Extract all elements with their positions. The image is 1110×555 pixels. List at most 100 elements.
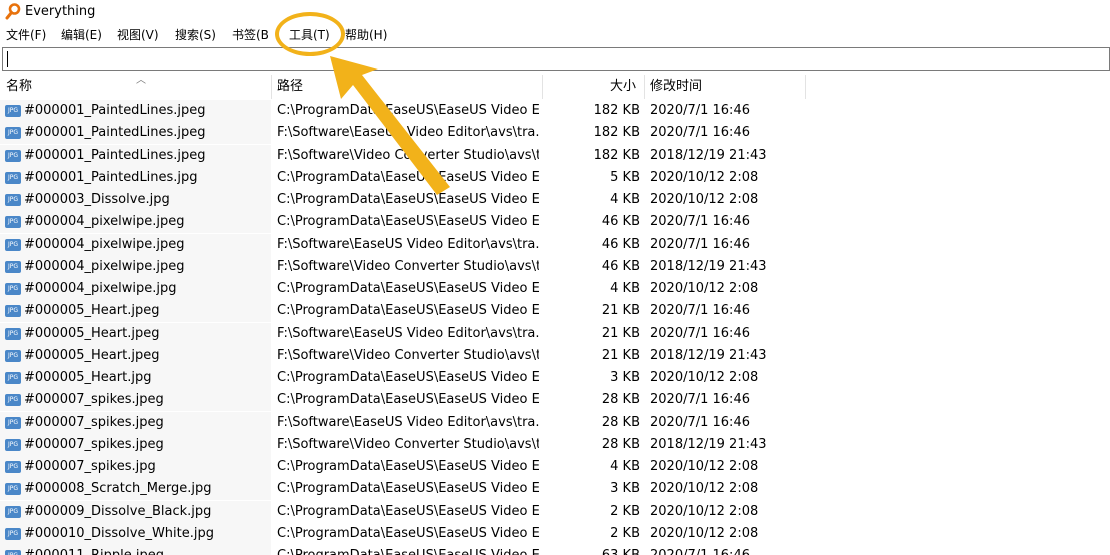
jpg-file-icon: JPG xyxy=(5,194,21,206)
sort-ascending-icon: ︿ xyxy=(136,75,146,86)
file-size: 46 KB xyxy=(601,214,640,230)
column-header-modified[interactable]: 修改时间 xyxy=(650,75,800,99)
file-size: 182 KB xyxy=(593,103,640,118)
jpg-file-icon: JPG xyxy=(5,327,21,340)
jpg-file-icon: JPG xyxy=(5,105,21,117)
file-path: F:\Software\Video Converter Studio\avs\t… xyxy=(277,347,539,363)
table-row[interactable]: JPG #000005_Heart.jpeg C:\ProgramData\Ease… xyxy=(0,300,1110,323)
table-row[interactable]: JPG #000001_PaintedLines.jpeg F:\Software\… xyxy=(0,144,1110,167)
file-size: 4 KB xyxy=(610,192,640,207)
file-name: #000001_PaintedLines.jpeg xyxy=(24,103,206,118)
file-name: #000001_PaintedLines.jpeg xyxy=(24,125,206,141)
file-name: #000008_Scratch_Merge.jpg xyxy=(24,481,212,497)
column-divider[interactable] xyxy=(644,75,645,99)
results-header: 名称 ︿ 路径 大小 修改时间 xyxy=(0,75,1110,99)
menu-help[interactable]: 帮助(H) xyxy=(345,27,387,43)
file-path: C:\ProgramData\EaseUS\EaseUS Video E... xyxy=(277,281,539,296)
file-size: 28 KB xyxy=(601,414,640,430)
file-size: 21 KB xyxy=(601,303,640,319)
table-row[interactable]: JPG #000008_Scratch_Merge.jpg C:\ProgramDa… xyxy=(0,478,1110,501)
table-row[interactable]: JPG #000010_Dissolve_White.jpg C:\ProgramD… xyxy=(0,522,1110,545)
menu-view[interactable]: 视图(V) xyxy=(117,27,159,43)
file-name: #000004_pixelwipe.jpeg xyxy=(24,214,185,230)
file-name: #000007_spikes.jpeg xyxy=(24,436,164,452)
window-title: Everything xyxy=(25,4,96,19)
table-row[interactable]: JPG #000004_pixelwipe.jpg C:\ProgramData\E… xyxy=(0,278,1110,300)
jpg-file-icon: JPG xyxy=(5,416,21,429)
file-modified: 2020/7/1 16:46 xyxy=(650,414,750,430)
jpg-file-icon: JPG xyxy=(5,394,21,407)
table-row[interactable]: JPG #000004_pixelwipe.jpeg F:\Software\Vid… xyxy=(0,255,1110,278)
table-row[interactable]: JPG #000007_spikes.jpg C:\ProgramData\Ease… xyxy=(0,456,1110,478)
file-path: C:\ProgramData\EaseUS\EaseUS Video E... xyxy=(277,525,539,541)
file-size: 46 KB xyxy=(601,258,640,274)
table-row[interactable]: JPG #000004_pixelwipe.jpeg F:\Software\Eas… xyxy=(0,233,1110,256)
results-list: JPG #000001_PaintedLines.jpeg C:\ProgramDa… xyxy=(0,100,1110,555)
table-row[interactable]: JPG #000003_Dissolve.jpg C:\ProgramData\Ea… xyxy=(0,189,1110,211)
file-path: F:\Software\EaseUS Video Editor\avs\tra.… xyxy=(277,325,539,341)
file-path: F:\Software\EaseUS Video Editor\avs\tra.… xyxy=(277,414,539,430)
jpg-file-icon: JPG xyxy=(5,216,21,229)
file-path: C:\ProgramData\EaseUS\EaseUS Video E... xyxy=(277,169,539,185)
table-row[interactable]: JPG #000004_pixelwipe.jpeg C:\ProgramData\… xyxy=(0,211,1110,234)
table-row[interactable]: JPG #000009_Dissolve_Black.jpg C:\ProgramD… xyxy=(0,500,1110,523)
file-path: F:\Software\Video Converter Studio\avs\t… xyxy=(277,147,539,163)
column-divider[interactable] xyxy=(271,75,272,99)
file-size: 4 KB xyxy=(610,281,640,296)
file-path: F:\Software\EaseUS Video Editor\avs\tra.… xyxy=(277,125,539,141)
jpg-file-icon: JPG xyxy=(5,171,21,184)
file-modified: 2020/10/12 2:08 xyxy=(650,281,759,296)
column-divider[interactable] xyxy=(542,75,543,99)
column-divider[interactable] xyxy=(805,75,806,99)
table-row[interactable]: JPG #000001_PaintedLines.jpeg F:\Software\… xyxy=(0,122,1110,145)
file-name: #000005_Heart.jpeg xyxy=(24,347,160,363)
file-name: #000009_Dissolve_Black.jpg xyxy=(24,503,212,519)
file-modified: 2020/10/12 2:08 xyxy=(650,169,759,185)
jpg-file-icon: JPG xyxy=(5,349,21,362)
table-row[interactable]: JPG #000007_spikes.jpeg F:\Software\Video … xyxy=(0,433,1110,456)
menu-edit[interactable]: 编辑(E) xyxy=(61,27,102,43)
file-modified: 2020/7/1 16:46 xyxy=(650,303,750,319)
table-row[interactable]: JPG#000011_Ripple.jpeg C:\ProgramData\Eas… xyxy=(0,545,1110,555)
file-modified: 2020/10/12 2:08 xyxy=(650,481,759,497)
jpg-file-icon: JPG xyxy=(5,149,21,162)
menu-file[interactable]: 文件(F) xyxy=(6,27,46,43)
file-path: F:\Software\Video Converter Studio\avs\t… xyxy=(277,436,539,452)
table-row[interactable]: JPG #000007_spikes.jpeg C:\ProgramData\Eas… xyxy=(0,389,1110,412)
file-modified: 2020/10/12 2:08 xyxy=(650,370,759,385)
jpg-file-icon: JPG xyxy=(5,461,21,473)
column-header-path[interactable]: 路径 xyxy=(277,75,537,99)
file-modified: 2020/7/1 16:46 xyxy=(650,325,750,341)
file-name: #000005_Heart.jpeg xyxy=(24,303,160,319)
file-path: F:\Software\EaseUS Video Editor\avs\tra.… xyxy=(277,236,539,252)
file-size: 5 KB xyxy=(610,169,640,185)
table-row[interactable]: JPG #000005_Heart.jpeg F:\Software\Video C… xyxy=(0,344,1110,367)
table-row[interactable]: JPG #000001_PaintedLines.jpeg C:\ProgramDa… xyxy=(0,100,1110,122)
file-path: F:\Software\Video Converter Studio\avs\t… xyxy=(277,258,539,274)
file-path: C:\ProgramData\EaseUS\EaseUS Video E... xyxy=(277,103,539,118)
column-header-name[interactable]: 名称 ︿ xyxy=(6,75,266,99)
jpg-file-icon: JPG xyxy=(5,527,21,540)
file-path: C:\ProgramData\EaseUS\EaseUS Video E... xyxy=(277,503,539,519)
search-input[interactable] xyxy=(2,47,1110,71)
file-name: #000001_PaintedLines.jpg xyxy=(24,169,198,185)
column-header-size[interactable]: 大小 xyxy=(545,75,636,99)
file-name: #000004_pixelwipe.jpeg xyxy=(24,258,185,274)
table-row[interactable]: JPG #000005_Heart.jpeg F:\Software\EaseUS … xyxy=(0,322,1110,345)
table-row[interactable]: JPG #000001_PaintedLines.jpg C:\ProgramDat… xyxy=(0,166,1110,189)
menu-search[interactable]: 搜索(S) xyxy=(175,27,216,43)
file-size: 4 KB xyxy=(610,459,640,474)
file-size: 21 KB xyxy=(601,347,640,363)
file-name: #000007_spikes.jpeg xyxy=(24,392,164,408)
menu-bar: 文件(F) 编辑(E) 视图(V) 搜索(S) 书签(B 工具(T) 帮助(H) xyxy=(0,24,1110,46)
table-row[interactable]: JPG #000007_spikes.jpeg F:\Software\EaseUS… xyxy=(0,411,1110,434)
file-name: #000001_PaintedLines.jpeg xyxy=(24,147,206,163)
table-row[interactable]: JPG #000005_Heart.jpg C:\ProgramData\EaseU… xyxy=(0,367,1110,389)
file-size: 28 KB xyxy=(601,436,640,452)
file-modified: 2020/10/12 2:08 xyxy=(650,503,759,519)
file-modified: 2020/10/12 2:08 xyxy=(650,192,759,207)
file-name: #000005_Heart.jpeg xyxy=(24,325,160,341)
file-name: #000004_pixelwipe.jpg xyxy=(24,281,177,296)
menu-bookmarks[interactable]: 书签(B xyxy=(232,27,271,43)
file-path: C:\ProgramData\EaseUS\EaseUS Video E... xyxy=(277,192,539,207)
